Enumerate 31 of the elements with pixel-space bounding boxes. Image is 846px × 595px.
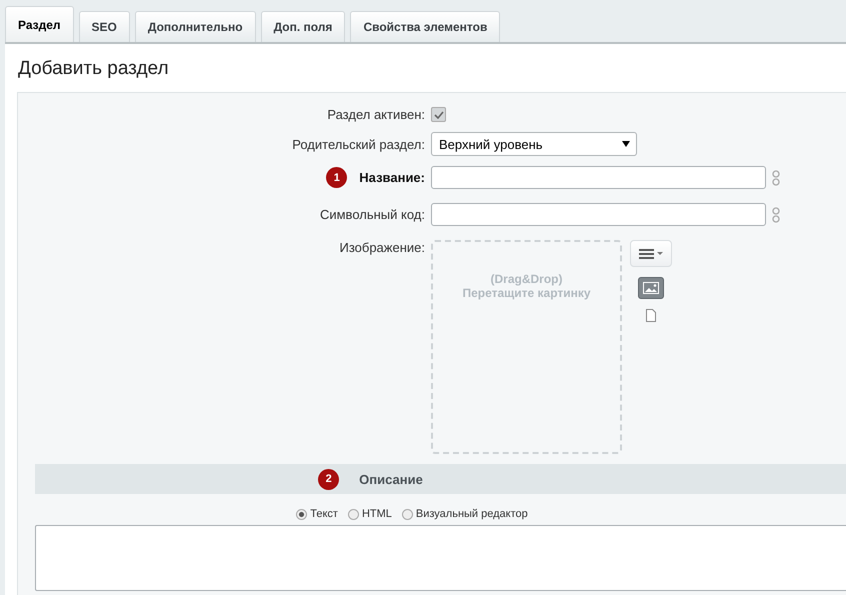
- tab[interactable]: Доп. поля: [260, 11, 346, 42]
- field-label: Родительский раздел:: [292, 136, 425, 152]
- tab[interactable]: Дополнительно: [134, 11, 256, 42]
- field-label: Изображение:: [339, 240, 425, 255]
- step-badge: 1: [326, 167, 348, 188]
- tab[interactable]: Свойства элементов: [350, 11, 500, 42]
- format-radio[interactable]: Текст: [296, 508, 338, 520]
- page-title: Добавить раздел: [17, 57, 170, 81]
- checkbox[interactable]: [431, 107, 446, 122]
- link-icon: [772, 170, 780, 186]
- menu-button[interactable]: [630, 240, 672, 267]
- menu-icon: [639, 248, 663, 258]
- input-field[interactable]: [431, 166, 766, 189]
- caret-icon: [622, 141, 630, 147]
- format-radio[interactable]: Визуальный редактор: [402, 508, 528, 520]
- field-label: Название:: [359, 170, 425, 185]
- field-label: Символьный код:: [320, 207, 425, 222]
- image-icon[interactable]: [638, 277, 664, 299]
- select-field[interactable]: Верхний уровень: [431, 132, 637, 156]
- checkmark-icon: [434, 110, 444, 118]
- format-radio[interactable]: HTML: [348, 508, 392, 520]
- file-icon[interactable]: [646, 309, 656, 322]
- step-badge: 2: [318, 468, 340, 490]
- field-label: Раздел активен:: [327, 107, 425, 122]
- tab[interactable]: SEO: [78, 11, 130, 42]
- tab[interactable]: Раздел: [5, 6, 74, 42]
- input-field[interactable]: [431, 203, 766, 226]
- description-textarea[interactable]: [35, 525, 846, 591]
- drop-hint: (Drag&Drop) Перетащите картинку: [462, 272, 591, 302]
- section-title: Описание: [359, 472, 423, 486]
- link-icon: [772, 206, 780, 222]
